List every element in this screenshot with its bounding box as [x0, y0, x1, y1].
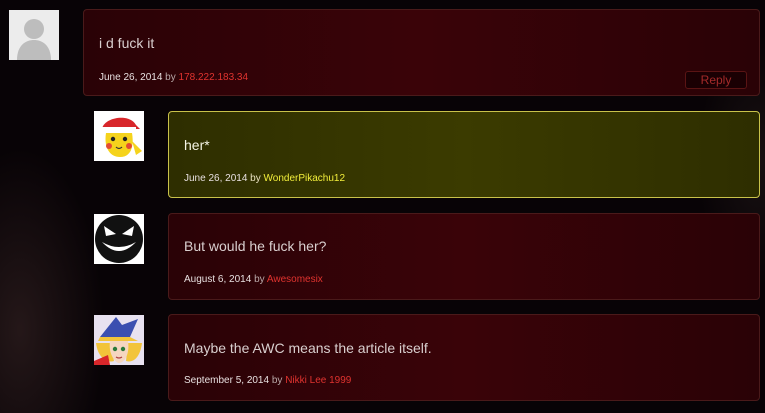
comment-author-link[interactable]: WonderPikachu12 [264, 173, 346, 184]
comment-meta: September 5, 2014 by Nikki Lee 1999 [184, 375, 351, 386]
comment-meta: June 26, 2014 by WonderPikachu12 [184, 173, 345, 184]
comment-date: September 5, 2014 [184, 375, 270, 386]
comment-author-link[interactable]: 178.222.183.34 [179, 72, 249, 83]
by-label: by [165, 72, 176, 83]
by-label: by [250, 173, 261, 184]
comment-author-link[interactable]: Nikki Lee 1999 [285, 375, 351, 386]
by-label: by [271, 375, 283, 386]
comment-text: i d fuck it [99, 35, 155, 51]
dark-magician-girl-avatar-icon[interactable] [94, 315, 144, 365]
default-gray-avatar-icon[interactable] [9, 10, 59, 60]
comment-meta: August 6, 2014 by Awesomesix [184, 274, 323, 285]
comment-meta: June 26, 2014 by 178.222.183.34 [99, 72, 248, 83]
comment-text: But would he fuck her? [184, 238, 327, 254]
comment-text: her* [184, 137, 210, 153]
by-label: by [254, 274, 265, 285]
reply-button[interactable]: Reply [685, 71, 747, 89]
comment-box: i d fuck it June 26, 2014 by 178.222.183… [83, 9, 760, 96]
comment-text: Maybe the AWC means the article itself. [184, 340, 432, 356]
comment-date: August 6, 2014 [184, 274, 252, 285]
pikachu-avatar-icon[interactable] [94, 111, 144, 161]
comment-date: June 26, 2014 [184, 173, 248, 184]
comment-date: June 26, 2014 [99, 72, 163, 83]
comment-author-link[interactable]: Awesomesix [267, 274, 323, 285]
comment-box: Maybe the AWC means the article itself. … [168, 314, 760, 401]
grin-face-avatar-icon[interactable] [94, 214, 144, 264]
comment-box: But would he fuck her? August 6, 2014 by… [168, 213, 760, 300]
comment-box-highlighted: her* June 26, 2014 by WonderPikachu12 [168, 111, 760, 198]
